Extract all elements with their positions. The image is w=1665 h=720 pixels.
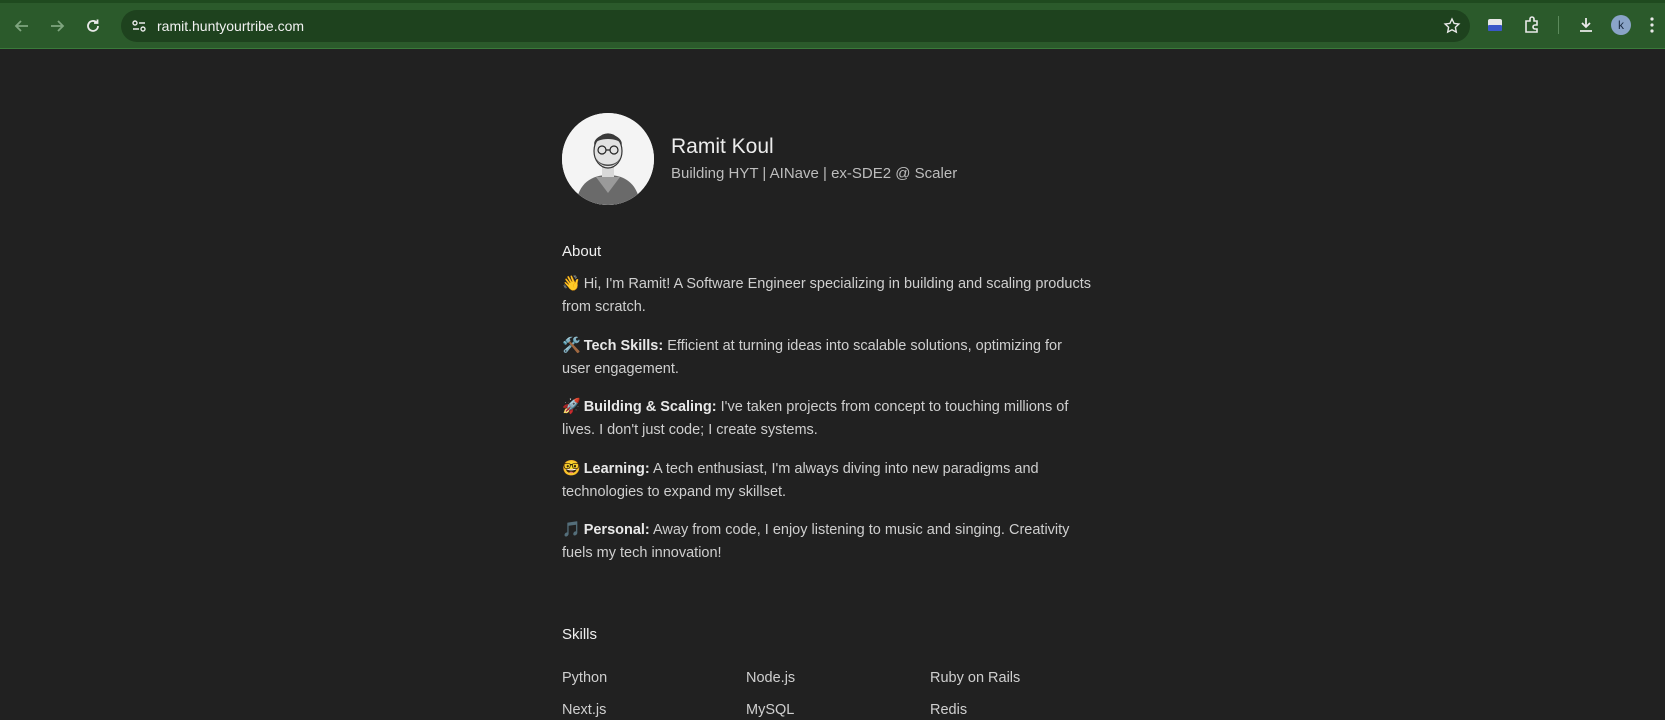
toolbar-divider bbox=[1558, 16, 1559, 34]
music-note-icon: 🎵 bbox=[562, 521, 581, 538]
browser-toolbar: ramit.huntyourtribe.com k bbox=[0, 0, 1665, 49]
more-menu-icon[interactable] bbox=[1642, 13, 1662, 37]
site-settings-icon[interactable] bbox=[129, 16, 149, 36]
about-paragraph: 🚀 Building & Scaling: I've taken projects… bbox=[562, 395, 1092, 442]
extension-puzzle-icon[interactable] bbox=[1520, 13, 1544, 37]
nerd-face-icon: 🤓 bbox=[562, 460, 581, 477]
about-paragraph-bold: Learning: bbox=[583, 461, 650, 477]
skills-heading: Skills bbox=[562, 626, 598, 643]
about-heading: About bbox=[562, 243, 602, 260]
hammer-wrench-icon: 🛠️ bbox=[562, 337, 581, 354]
skill-item: Python bbox=[562, 670, 608, 686]
back-arrow-icon[interactable] bbox=[10, 14, 34, 38]
about-paragraph: 🎵 Personal: Away from code, I enjoy liste… bbox=[562, 518, 1092, 565]
skill-item: Redis bbox=[930, 702, 968, 718]
tab-strip-edge bbox=[0, 0, 1665, 3]
profile-avatar[interactable]: k bbox=[1611, 15, 1631, 35]
about-paragraph: 👋 Hi, I'm Ramit! A Software Engineer spec… bbox=[562, 272, 1092, 319]
skill-item: Node.js bbox=[746, 670, 796, 686]
about-paragraph-bold: Tech Skills: bbox=[583, 338, 664, 354]
profile-tagline: Building HYT | AINave | ex-SDE2 @ Scaler bbox=[671, 165, 958, 182]
bookmark-star-icon[interactable] bbox=[1442, 16, 1462, 36]
rocket-icon: 🚀 bbox=[562, 398, 581, 415]
forward-arrow-icon[interactable] bbox=[45, 14, 69, 38]
waving-hand-icon: 👋 bbox=[562, 275, 581, 292]
skill-item: Ruby on Rails bbox=[930, 670, 1021, 686]
about-paragraph: 🤓 Learning: A tech enthusiast, I'm always… bbox=[562, 457, 1092, 504]
download-icon[interactable] bbox=[1574, 13, 1598, 37]
url-text[interactable]: ramit.huntyourtribe.com bbox=[157, 18, 304, 34]
about-paragraph-bold: Building & Scaling: bbox=[583, 399, 717, 415]
about-paragraph-bold: Personal: bbox=[583, 522, 650, 538]
profile-name: Ramit Koul bbox=[671, 135, 774, 158]
about-paragraph: 🛠️ Tech Skills: Efficient at turning idea… bbox=[562, 334, 1092, 381]
profile-photo bbox=[562, 113, 654, 205]
skill-item: Next.js bbox=[562, 702, 607, 718]
skill-item: MySQL bbox=[746, 702, 795, 718]
address-bar[interactable]: ramit.huntyourtribe.com bbox=[121, 10, 1470, 42]
reload-icon[interactable] bbox=[81, 14, 105, 38]
about-paragraph-text: Hi, I'm Ramit! A Software Engineer speci… bbox=[562, 276, 1091, 315]
extension-flag-icon[interactable] bbox=[1483, 13, 1507, 37]
